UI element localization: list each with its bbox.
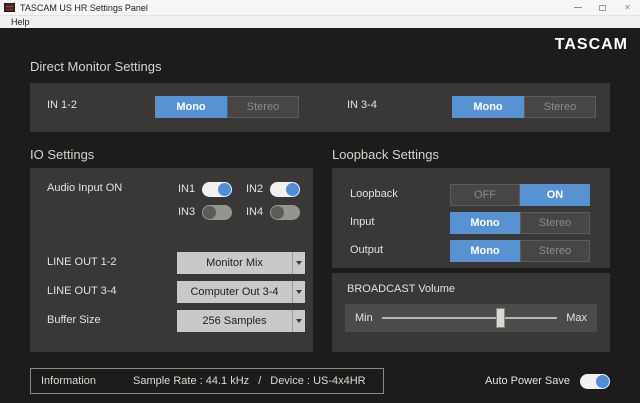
- loopback-input-mono-button[interactable]: Mono: [450, 212, 520, 234]
- in-3-4-mono-button[interactable]: Mono: [452, 96, 524, 118]
- loopback-input-stereo-button[interactable]: Stereo: [520, 212, 590, 234]
- in-1-2-stereo-button[interactable]: Stereo: [227, 96, 299, 118]
- device-label: Device :: [270, 375, 310, 387]
- information-bar: Information Sample Rate : 44.1 kHz / Dev…: [30, 368, 384, 394]
- in1-toggle-knob: [218, 183, 231, 196]
- in4-toggle[interactable]: [270, 205, 300, 220]
- slider-track[interactable]: [382, 317, 557, 319]
- title-bar: TASCAM US HR Settings Panel ✕: [0, 0, 640, 15]
- loopback-off-button[interactable]: OFF: [450, 184, 520, 206]
- loopback-input-label: Input: [350, 216, 374, 228]
- loopback-output-stereo-button[interactable]: Stereo: [520, 240, 590, 262]
- tascam-app-icon: [4, 3, 15, 12]
- menu-help[interactable]: Help: [8, 17, 33, 27]
- broadcast-volume-panel: BROADCAST Volume Min Max: [332, 273, 610, 352]
- window-controls: ✕: [565, 0, 640, 15]
- audio-input-on-label: Audio Input ON: [47, 182, 122, 194]
- in-3-4-mono-stereo-switch: Mono Stereo: [452, 96, 596, 118]
- in-3-4-label: IN 3-4: [347, 99, 377, 111]
- in-1-2-label: IN 1-2: [47, 99, 77, 111]
- in4-toggle-knob: [271, 206, 284, 219]
- close-icon: ✕: [624, 4, 631, 12]
- in3-toggle[interactable]: [202, 205, 232, 220]
- loopback-output-mono-stereo-switch: Mono Stereo: [450, 240, 590, 262]
- in1-toggle[interactable]: [202, 182, 232, 197]
- minimize-icon: [574, 7, 582, 8]
- window-title: TASCAM US HR Settings Panel: [20, 3, 148, 13]
- auto-power-save-toggle-knob: [596, 375, 609, 388]
- info-separator: /: [258, 375, 261, 387]
- in4-label: IN4: [246, 206, 263, 218]
- sample-rate-value: 44.1 kHz: [206, 375, 249, 387]
- device-value: US-4x4HR: [313, 375, 366, 387]
- information-label: Information: [41, 375, 133, 387]
- auto-power-save-toggle[interactable]: [580, 374, 610, 389]
- loopback-on-button[interactable]: ON: [520, 184, 590, 206]
- in1-label: IN1: [178, 183, 195, 195]
- chevron-down-icon[interactable]: [292, 310, 305, 332]
- loopback-output-label: Output: [350, 244, 383, 256]
- in3-label: IN3: [178, 206, 195, 218]
- loopback-label: Loopback: [350, 188, 398, 200]
- buffer-size-value: 256 Samples: [177, 310, 292, 332]
- line-out-1-2-dropdown[interactable]: Monitor Mix: [177, 252, 305, 274]
- slider-thumb[interactable]: [496, 308, 505, 328]
- loopback-panel: Loopback OFF ON Input Mono Stereo Output…: [332, 168, 610, 268]
- loopback-input-mono-stereo-switch: Mono Stereo: [450, 212, 590, 234]
- slider-min-label: Min: [355, 312, 373, 324]
- in3-toggle-knob: [203, 206, 216, 219]
- broadcast-volume-slider: Min Max: [345, 304, 597, 332]
- in2-toggle-knob: [286, 183, 299, 196]
- line-out-1-2-label: LINE OUT 1-2: [47, 256, 117, 268]
- maximize-button[interactable]: [590, 0, 615, 15]
- in-1-2-mono-stereo-switch: Mono Stereo: [155, 96, 299, 118]
- auto-power-save-label: Auto Power Save: [485, 375, 570, 387]
- io-settings-panel: Audio Input ON IN1 IN2 IN3 IN4 LINE OUT …: [30, 168, 313, 352]
- slider-max-label: Max: [566, 312, 587, 324]
- direct-monitor-header: Direct Monitor Settings: [30, 59, 162, 74]
- chevron-down-icon[interactable]: [292, 252, 305, 274]
- buffer-size-dropdown[interactable]: 256 Samples: [177, 310, 305, 332]
- in2-label: IN2: [246, 183, 263, 195]
- loopback-output-mono-button[interactable]: Mono: [450, 240, 520, 262]
- line-out-3-4-value: Computer Out 3-4: [177, 281, 292, 303]
- close-button[interactable]: ✕: [615, 0, 640, 15]
- minimize-button[interactable]: [565, 0, 590, 15]
- sample-rate-label: Sample Rate :: [133, 375, 203, 387]
- broadcast-volume-title: BROADCAST Volume: [347, 283, 455, 295]
- menu-bar: Help: [0, 15, 640, 28]
- in2-toggle[interactable]: [270, 182, 300, 197]
- app-window: TASCAM US HR Settings Panel ✕ Help TASCA…: [0, 0, 640, 403]
- in-1-2-mono-button[interactable]: Mono: [155, 96, 227, 118]
- loopback-off-on-switch: OFF ON: [450, 184, 590, 206]
- content-area: TASCAM Direct Monitor Settings IN 1-2 Mo…: [0, 28, 640, 403]
- direct-monitor-panel: IN 1-2 Mono Stereo IN 3-4 Mono Stereo: [30, 83, 610, 132]
- buffer-size-label: Buffer Size: [47, 314, 101, 326]
- tascam-wordmark: TASCAM: [555, 36, 628, 54]
- line-out-3-4-dropdown[interactable]: Computer Out 3-4: [177, 281, 305, 303]
- chevron-down-icon[interactable]: [292, 281, 305, 303]
- io-settings-header: IO Settings: [30, 147, 94, 162]
- line-out-3-4-label: LINE OUT 3-4: [47, 285, 117, 297]
- auto-power-save-row: Auto Power Save: [440, 368, 610, 394]
- maximize-icon: [599, 5, 606, 11]
- in-3-4-stereo-button[interactable]: Stereo: [524, 96, 596, 118]
- loopback-settings-header: Loopback Settings: [332, 147, 439, 162]
- line-out-1-2-value: Monitor Mix: [177, 252, 292, 274]
